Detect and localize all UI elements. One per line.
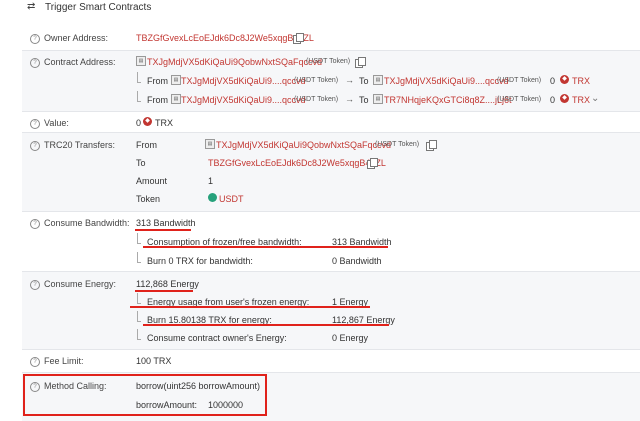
contract-icon: ▤ [373, 75, 383, 85]
transfer-amount: 0 [550, 76, 556, 86]
value-amount: 0 [136, 118, 142, 128]
red-highlight-box [23, 374, 267, 416]
trc20-from-label: From [136, 140, 157, 150]
contract-icon: ▤ [136, 56, 146, 66]
trx-coin-icon: ◆ [560, 75, 569, 84]
transfer-unit: TRX [572, 76, 590, 86]
question-icon: ? [30, 219, 40, 229]
contract-label: ? Contract Address: [30, 57, 116, 68]
trc20-amount: 1 [208, 176, 214, 186]
copy-icon[interactable] [355, 57, 366, 68]
red-underline [130, 306, 370, 308]
tree-connector [137, 72, 141, 83]
copy-icon[interactable] [293, 33, 304, 44]
to-address-link[interactable]: TR7NHqjeKQxGTCi8q8Z....jLj6t [384, 95, 512, 105]
value-label: ? Value: [30, 118, 69, 129]
question-icon: ? [30, 280, 40, 290]
question-icon: ? [30, 119, 40, 129]
to-label: To [359, 76, 369, 86]
question-icon: ? [30, 58, 40, 68]
question-icon: ? [30, 141, 40, 151]
trc20-amount-label: Amount [136, 176, 168, 186]
to-token-tag: (USDT Token) [497, 96, 542, 103]
tree-connector [137, 91, 141, 102]
section-title: Trigger Smart Contracts [45, 2, 152, 13]
tree-connector [137, 252, 141, 263]
energy-row-value: 0 Energy [332, 333, 369, 343]
from-address-link[interactable]: TXJgMdjVX5dKiQaUi9....qccvd [181, 76, 306, 86]
copy-icon[interactable] [426, 140, 437, 151]
trc20-token-link[interactable]: USDT [219, 194, 244, 204]
swap-arrows-icon: ⇄ [27, 1, 36, 12]
copy-icon[interactable] [367, 158, 378, 169]
transfer-amount: 0 [550, 95, 556, 105]
to-token-tag: (USDT Token) [497, 77, 542, 84]
transfer-unit: TRX [572, 95, 590, 105]
contract-address-link[interactable]: TXJgMdjVX5dKiQaUi9QobwNxtSQaFqccvd [147, 57, 322, 67]
value-unit: TRX [155, 118, 173, 128]
contract-icon: ▤ [171, 75, 181, 85]
trx-coin-icon: ◆ [560, 94, 569, 103]
chevron-down-icon[interactable]: ⌄ [591, 93, 599, 104]
right-arrow-icon: → [345, 94, 354, 104]
energy-total: 112,868 Energy [136, 279, 199, 289]
contract-icon: ▤ [373, 94, 383, 104]
bandwidth-label: ? Consume Bandwidth: [30, 218, 130, 229]
energy-row-name: Consume contract owner's Energy: [147, 333, 287, 343]
bandwidth-row-name: Burn 0 TRX for bandwidth: [147, 256, 253, 266]
bandwidth-total: 313 Bandwidth [136, 218, 196, 228]
energy-label: ? Consume Energy: [30, 279, 116, 290]
contract-icon: ▤ [205, 139, 215, 149]
from-address-link[interactable]: TXJgMdjVX5dKiQaUi9....qccvd [181, 95, 306, 105]
trc20-from-link[interactable]: TXJgMdjVX5dKiQaUi9QobwNxtSQaFqccvd [216, 140, 391, 150]
owner-label: ? Owner Address: [30, 33, 108, 44]
tree-connector [137, 311, 141, 322]
right-arrow-icon: → [345, 75, 354, 85]
section-header: ⇄ Trigger Smart Contracts [0, 0, 640, 16]
usdt-coin-icon [208, 193, 217, 202]
red-underline [143, 246, 388, 248]
red-underline [143, 324, 389, 326]
to-address-link[interactable]: TXJgMdjVX5dKiQaUi9....qccvd [384, 76, 509, 86]
owner-address-link[interactable]: TBZGfGvexLcEoEJdk6Dc8J2We5xqgB45ZL [136, 33, 314, 43]
bandwidth-row-value: 0 Bandwidth [332, 256, 382, 266]
trc20-to-link[interactable]: TBZGfGvexLcEoEJdk6Dc8J2We5xqgB45ZL [208, 158, 386, 168]
trc20-token-label: Token [136, 194, 161, 204]
tree-connector [137, 233, 141, 244]
trx-coin-icon: ◆ [143, 117, 152, 126]
from-token-tag: (USDT Token) [294, 96, 339, 103]
contract-icon: ▤ [171, 94, 181, 104]
fee-label: ? Fee Limit: [30, 356, 84, 367]
from-token-tag: (USDT Token) [294, 77, 339, 84]
trc20-label: ? TRC20 Transfers: [30, 140, 115, 151]
token-tag: (USDT Token) [306, 58, 351, 65]
to-label: To [359, 95, 369, 105]
red-underline [135, 290, 193, 292]
fee-value: 100 TRX [136, 356, 172, 366]
question-icon: ? [30, 357, 40, 367]
from-label: From [147, 95, 168, 105]
question-icon: ? [30, 34, 40, 44]
tree-connector [137, 329, 141, 340]
trc20-from-tag: (USDT Token) [375, 141, 420, 148]
red-underline [135, 229, 191, 231]
tree-connector [137, 293, 141, 304]
trc20-to-label: To [136, 158, 146, 168]
owner-row [22, 26, 640, 50]
from-label: From [147, 76, 168, 86]
